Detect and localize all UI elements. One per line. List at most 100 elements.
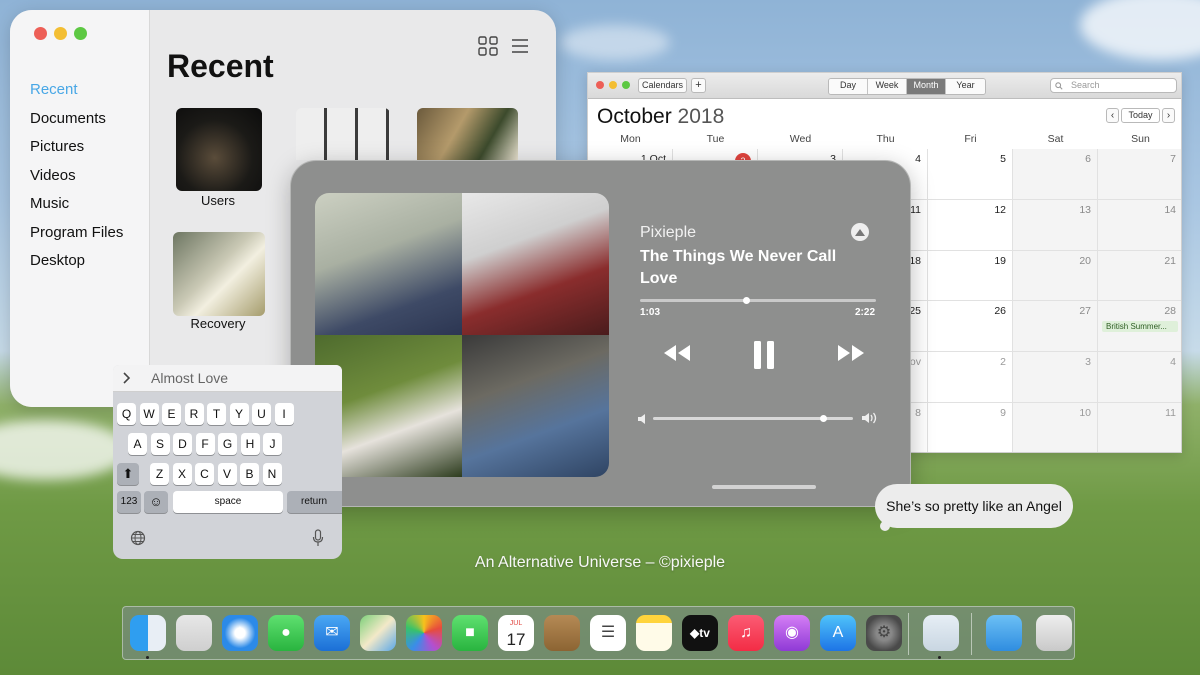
calendar-day-cell[interactable]: 9 [928, 403, 1013, 452]
calendar-day-cell[interactable]: 11 [1098, 403, 1181, 452]
volume-slider[interactable] [653, 415, 853, 422]
sidebar-item-music[interactable]: Music [30, 190, 123, 219]
progress-knob[interactable] [743, 297, 751, 304]
system-preferences-icon[interactable]: ⚙ [866, 615, 902, 651]
key-n[interactable]: N [262, 463, 282, 485]
sidebar-item-documents[interactable]: Documents [30, 105, 123, 134]
key-e[interactable]: E [162, 403, 181, 425]
calendar-event[interactable]: British Summer... [1102, 321, 1178, 333]
calendar-day-cell[interactable]: 5 [928, 149, 1013, 200]
calendar-icon[interactable]: JUL 17 [498, 615, 534, 651]
key-f[interactable]: F [195, 433, 215, 455]
calendar-day-cell[interactable]: 14 [1098, 199, 1181, 251]
calendar-day-cell[interactable]: 21 [1098, 250, 1181, 302]
key-v[interactable]: V [217, 463, 237, 485]
emoji-key[interactable]: ☺ [144, 491, 168, 513]
launchpad-icon[interactable] [176, 615, 212, 651]
calendar-day-cell[interactable]: 13 [1013, 199, 1098, 251]
fast-forward-icon[interactable] [836, 341, 866, 365]
calendar-day-cell[interactable]: 20 [1013, 250, 1098, 302]
key-i[interactable]: I [274, 403, 294, 425]
key-t[interactable]: T [207, 403, 226, 425]
key-b[interactable]: B [240, 463, 259, 485]
contacts-icon[interactable] [544, 615, 580, 651]
shift-key[interactable]: ⬆ [117, 463, 139, 485]
messages-icon[interactable]: ● [268, 615, 304, 651]
numbers-key[interactable]: 123 [117, 491, 141, 513]
key-u[interactable]: U [252, 403, 271, 425]
finder-icon[interactable] [130, 615, 166, 651]
key-s[interactable]: S [150, 433, 170, 455]
key-x[interactable]: X [172, 463, 192, 485]
next-month-button[interactable]: › [1162, 108, 1175, 123]
tab-month[interactable]: Month [907, 79, 946, 94]
folder-thumbnail-recovery[interactable] [173, 232, 265, 316]
sidebar-item-desktop[interactable]: Desktop [30, 247, 123, 276]
sidebar-item-pictures[interactable]: Pictures [30, 133, 123, 162]
folder-thumbnail[interactable] [417, 108, 518, 160]
key-y[interactable]: Y [229, 403, 249, 425]
add-event-button[interactable]: + [691, 78, 706, 93]
calendar-day-cell[interactable]: 27 [1013, 301, 1098, 353]
calendar-day-cell[interactable]: 12 [928, 199, 1013, 251]
safari-icon[interactable]: ✦ [222, 615, 258, 651]
key-w[interactable]: W [139, 403, 159, 425]
facetime-icon[interactable]: ■ [452, 615, 488, 651]
tab-week[interactable]: Week [868, 79, 907, 94]
calendar-day-cell[interactable]: 28 British Summer... [1098, 301, 1181, 353]
calendars-button[interactable]: Calendars [638, 78, 687, 93]
prev-month-button[interactable]: ‹ [1106, 108, 1119, 123]
close-button[interactable] [596, 81, 604, 89]
key-h[interactable]: H [240, 433, 260, 455]
key-r[interactable]: R [184, 403, 204, 425]
zoom-button[interactable] [74, 27, 87, 40]
reminders-icon[interactable]: ☰ [590, 615, 626, 651]
list-view-icon[interactable] [510, 36, 530, 56]
app-store-icon[interactable]: A [820, 615, 856, 651]
space-key[interactable]: space [173, 491, 283, 513]
key-q[interactable]: Q [117, 403, 136, 425]
tab-year[interactable]: Year [946, 79, 985, 94]
maps-icon[interactable] [360, 615, 396, 651]
key-z[interactable]: Z [150, 463, 169, 485]
tv-icon[interactable]: ◆tv [682, 615, 718, 651]
mail-icon[interactable]: ✉ [314, 615, 350, 651]
airplay-icon[interactable] [850, 222, 870, 242]
calendar-day-cell[interactable]: 19 [928, 250, 1013, 302]
grid-view-icon[interactable] [478, 36, 498, 56]
sidebar-item-program-files[interactable]: Program Files [30, 219, 123, 248]
folder-thumbnail[interactable] [296, 108, 390, 160]
volume-knob[interactable] [820, 415, 827, 422]
sidebar-item-recent[interactable]: Recent [30, 76, 123, 105]
key-a[interactable]: A [128, 433, 147, 455]
trash-icon[interactable] [1036, 615, 1072, 651]
downloads-icon[interactable] [986, 615, 1022, 651]
folder-thumbnail-users[interactable] [176, 108, 262, 191]
zoom-button[interactable] [622, 81, 630, 89]
notes-icon[interactable] [636, 615, 672, 651]
message-input[interactable]: Almost Love [113, 365, 342, 392]
calendar-day-cell[interactable]: 3 [1013, 352, 1098, 403]
search-field[interactable]: Search [1050, 78, 1177, 93]
calendar-day-cell[interactable]: 7 [1098, 149, 1181, 200]
return-key[interactable]: return [287, 491, 342, 513]
preview-icon[interactable] [923, 615, 959, 651]
minimize-button[interactable] [54, 27, 67, 40]
close-button[interactable] [34, 27, 47, 40]
key-c[interactable]: C [195, 463, 214, 485]
pause-icon[interactable] [752, 339, 776, 371]
globe-icon[interactable] [130, 530, 146, 546]
sidebar-item-videos[interactable]: Videos [30, 162, 123, 191]
rewind-icon[interactable] [662, 341, 692, 365]
calendar-day-cell[interactable]: 6 [1013, 149, 1098, 200]
minimize-button[interactable] [609, 81, 617, 89]
progress-bar[interactable] [640, 297, 876, 304]
calendar-day-cell[interactable]: 26 [928, 301, 1013, 353]
key-j[interactable]: J [263, 433, 282, 455]
podcasts-icon[interactable]: ◉ [774, 615, 810, 651]
tab-day[interactable]: Day [829, 79, 868, 94]
key-g[interactable]: G [218, 433, 237, 455]
music-icon[interactable]: ♫ [728, 615, 764, 651]
today-button[interactable]: Today [1121, 108, 1160, 123]
key-d[interactable]: D [173, 433, 192, 455]
